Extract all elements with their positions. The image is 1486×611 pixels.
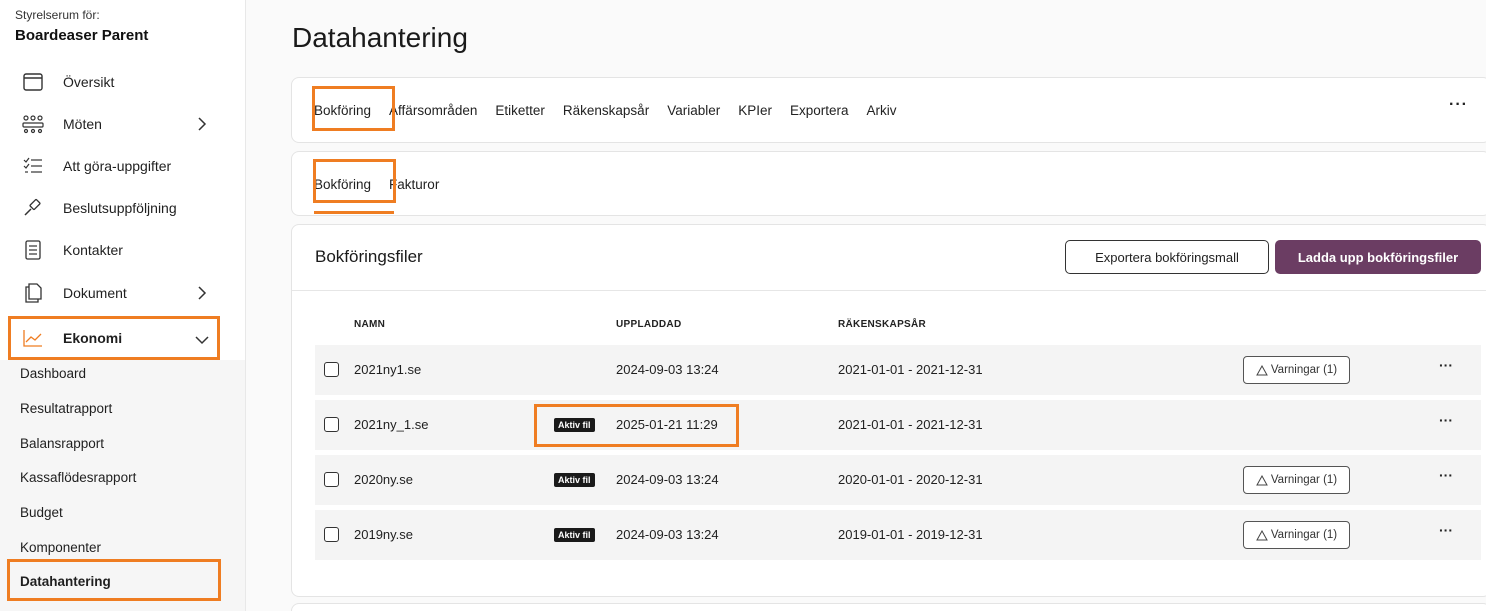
subnav-resultatrapport[interactable]: Resultatrapport (20, 401, 112, 416)
chevron-down-icon[interactable] (192, 330, 212, 350)
subnav-dashboard[interactable]: Dashboard (20, 366, 86, 381)
row-checkbox[interactable] (324, 417, 339, 432)
chart-icon (21, 326, 45, 350)
warnings-label: Varningar (1) (1270, 474, 1338, 486)
chevron-right-icon[interactable] (192, 283, 212, 303)
subtab-bokforing[interactable]: Bokföring (314, 177, 371, 192)
row-checkbox[interactable] (324, 472, 339, 487)
table-row[interactable]: 2020ny.se Aktiv fil 2024-09-03 13:24 202… (315, 455, 1481, 505)
fiscal-year: 2019-01-01 - 2019-12-31 (838, 527, 983, 542)
checklist-icon (21, 154, 45, 178)
uploaded-date: 2024-09-03 13:24 (616, 362, 719, 377)
export-template-button[interactable]: Exportera bokföringsmall (1065, 240, 1269, 274)
sidebar-item-ekonomi[interactable]: Ekonomi (8, 316, 220, 360)
warning-icon (1256, 529, 1268, 541)
uploaded-date: 2025-01-21 11:29 (616, 417, 718, 432)
warnings-button[interactable]: Varningar (1) (1243, 521, 1350, 549)
sidebar-item-kontakter[interactable]: Kontakter (8, 230, 220, 270)
active-file-badge: Aktiv fil (554, 473, 595, 487)
column-header-name: NAMN (354, 319, 386, 330)
file-name: 2020ny.se (354, 472, 414, 487)
subnav-budget[interactable]: Budget (20, 505, 63, 520)
subnav-komponenter[interactable]: Komponenter (20, 540, 101, 555)
page-title: Datahantering (292, 22, 468, 53)
tab-bokforing[interactable]: Bokföring (314, 103, 371, 118)
sidebar-item-label: Översikt (63, 74, 115, 90)
subnav-kassaflodesrapport[interactable]: Kassaflödesrapport (20, 470, 136, 485)
row-checkbox[interactable] (324, 362, 339, 377)
sidebar-item-label: Att göra-uppgifter (63, 158, 172, 174)
row-checkbox[interactable] (324, 527, 339, 542)
subtab-fakturor[interactable]: Fakturor (389, 177, 439, 192)
active-file-badge: Aktiv fil (554, 528, 595, 542)
file-name: 2021ny_1.se (354, 417, 429, 432)
sidebar-item-label: Dokument (63, 285, 127, 301)
economy-subnav: Dashboard Resultatrapport Balansrapport … (0, 360, 245, 611)
file-name: 2021ny1.se (354, 362, 422, 377)
row-more-icon[interactable]: ··· (1439, 412, 1453, 428)
upload-files-button[interactable]: Ladda upp bokföringsfiler (1275, 240, 1481, 274)
main-tabs-card: Bokföring Affärsområden Etiketter Räkens… (291, 77, 1486, 143)
sidebar-item-att-gora[interactable]: Att göra-uppgifter (8, 146, 220, 186)
tab-variabler[interactable]: Variabler (667, 103, 720, 118)
table-row[interactable]: 2021ny1.se 2024-09-03 13:24 2021-01-01 -… (315, 345, 1481, 395)
more-options-icon[interactable]: ··· (1449, 96, 1468, 114)
warning-icon (1256, 364, 1268, 376)
sidebar-item-dokument[interactable]: Dokument (8, 273, 220, 313)
sidebar-item-label: Kontakter (63, 242, 123, 258)
next-card (291, 603, 1486, 611)
row-more-icon[interactable]: ··· (1439, 522, 1453, 538)
tab-exportera[interactable]: Exportera (790, 103, 849, 118)
warning-icon (1256, 474, 1268, 486)
sidebar: Styrelserum för: Boardeaser Parent Övers… (0, 0, 246, 611)
sidebar-item-label: Möten (63, 116, 102, 132)
document-icon (21, 281, 45, 305)
tab-affarsomraden[interactable]: Affärsområden (389, 103, 477, 118)
fiscal-year: 2021-01-01 - 2021-12-31 (838, 417, 983, 432)
fiscal-year: 2021-01-01 - 2021-12-31 (838, 362, 983, 377)
warnings-label: Varningar (1) (1270, 364, 1338, 376)
fiscal-year: 2020-01-01 - 2020-12-31 (838, 472, 983, 487)
main-tabs: Bokföring Affärsområden Etiketter Räkens… (314, 78, 915, 142)
gavel-icon (21, 196, 45, 220)
uploaded-date: 2024-09-03 13:24 (616, 472, 719, 487)
section-title: Bokföringsfiler (315, 247, 423, 266)
subnav-datahantering[interactable]: Datahantering (20, 574, 111, 589)
tab-kpier[interactable]: KPIer (738, 103, 772, 118)
uploaded-date: 2024-09-03 13:24 (616, 527, 719, 542)
file-name: 2019ny.se (354, 527, 414, 542)
sidebar-item-label: Beslutsuppföljning (63, 200, 177, 216)
row-more-icon[interactable]: ··· (1439, 467, 1453, 483)
sidebar-item-label: Ekonomi (63, 330, 123, 346)
table-row[interactable]: 2021ny_1.se Aktiv fil 2025-01-21 11:29 2… (315, 400, 1481, 450)
org-subtitle: Styrelserum för: (15, 8, 100, 22)
column-header-fiscal-year: RÄKENSKAPSÅR (838, 319, 927, 330)
warnings-button[interactable]: Varningar (1) (1243, 466, 1350, 494)
active-file-badge: Aktiv fil (554, 418, 595, 432)
calendar-icon (21, 70, 45, 94)
subnav-balansrapport[interactable]: Balansrapport (20, 436, 104, 451)
sidebar-item-beslut[interactable]: Beslutsuppföljning (8, 188, 220, 228)
meeting-icon (21, 112, 45, 136)
chevron-right-icon[interactable] (192, 114, 212, 134)
active-tab-underline (314, 211, 394, 214)
warnings-button[interactable]: Varningar (1) (1243, 356, 1350, 384)
sidebar-item-oversikt[interactable]: Översikt (8, 62, 220, 102)
row-more-icon[interactable]: ··· (1439, 357, 1453, 373)
org-name[interactable]: Boardeaser Parent (15, 27, 148, 44)
table-row[interactable]: 2019ny.se Aktiv fil 2024-09-03 13:24 201… (315, 510, 1481, 560)
column-header-uploaded: UPPLADDAD (616, 319, 682, 330)
divider (292, 290, 1486, 291)
files-card: Bokföringsfiler Exportera bokföringsmall… (291, 224, 1486, 597)
tab-rakenskapsar[interactable]: Räkenskapsår (563, 103, 649, 118)
sub-tabs: Bokföring Fakturor (314, 152, 457, 216)
sidebar-item-moten[interactable]: Möten (8, 104, 220, 144)
sub-tabs-card: Bokföring Fakturor (291, 151, 1486, 216)
warnings-label: Varningar (1) (1270, 529, 1338, 541)
contacts-icon (21, 238, 45, 262)
tab-etiketter[interactable]: Etiketter (495, 103, 545, 118)
tab-arkiv[interactable]: Arkiv (867, 103, 897, 118)
